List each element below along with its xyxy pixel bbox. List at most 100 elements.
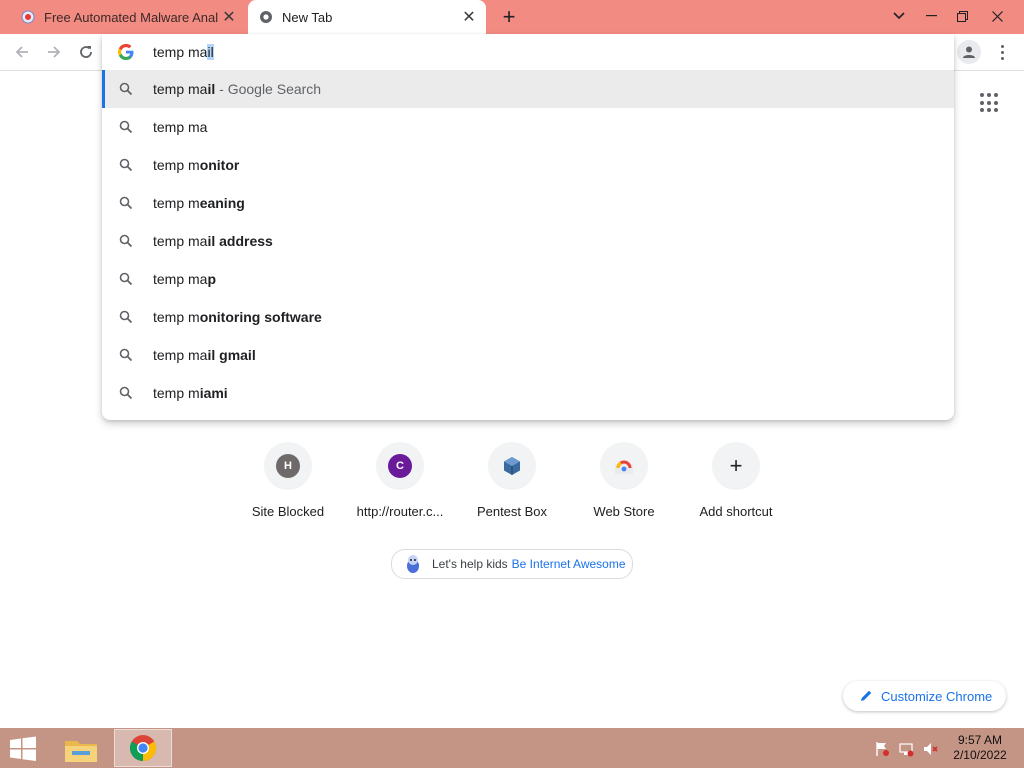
suggestion-item[interactable]: temp meaning — [102, 184, 954, 222]
shortcut-icon-circle: + — [712, 442, 760, 490]
shortcut-router[interactable]: C http://router.c... — [344, 442, 456, 532]
suggestion-item[interactable]: temp monitor — [102, 146, 954, 184]
suggestion-text: temp mail gmail — [153, 347, 256, 363]
suggestion-bold: p — [207, 271, 217, 287]
google-g-icon — [118, 44, 134, 60]
suggestion-plain: temp m — [153, 157, 200, 173]
suggestion-plain: temp ma — [153, 271, 208, 287]
suggestion-text: temp miami — [153, 385, 228, 401]
suggestion-item[interactable]: temp miami — [102, 374, 954, 412]
restore-button[interactable] — [945, 0, 979, 32]
suggestion-bold: onitoring software — [199, 309, 322, 325]
search-icon — [119, 348, 133, 362]
close-window-button[interactable] — [980, 0, 1014, 32]
windows-start-icon[interactable] — [8, 736, 38, 762]
chrome-icon — [129, 735, 157, 762]
clock-time: 9:57 AM — [957, 733, 1003, 747]
suggestion-bold: onitor — [199, 157, 240, 173]
tab-close-icon[interactable]: ✕ — [458, 6, 480, 28]
suggestion-bold: il gmail — [207, 347, 256, 363]
forward-button[interactable] — [40, 38, 68, 66]
plus-icon: + — [729, 453, 743, 478]
add-shortcut-button[interactable]: + Add shortcut — [680, 442, 792, 532]
google-apps-icon[interactable] — [980, 93, 1000, 113]
suggestion-bold: eaning — [199, 195, 245, 211]
suggestion-plain: temp m — [153, 195, 200, 211]
reload-button[interactable] — [72, 38, 100, 66]
tab-strip: Free Automated Malware Analysis ✕ New Ta… — [0, 0, 1024, 34]
minimize-button[interactable] — [914, 0, 948, 32]
web-store-icon — [615, 460, 633, 474]
chrome-taskbar-button[interactable] — [114, 729, 172, 767]
cube-icon — [504, 457, 520, 475]
tab-close-icon[interactable]: ✕ — [218, 6, 240, 28]
windows-taskbar: 9:57 AM 2/10/2022 — [0, 728, 1024, 768]
search-icon — [119, 196, 133, 210]
suggestion-plain: temp ma — [153, 233, 208, 249]
suggestion-text: temp meaning — [153, 195, 245, 211]
suggestion-plain: temp m — [153, 385, 200, 401]
tab-title: New Tab — [282, 9, 333, 25]
suggestion-plain: temp ma — [153, 81, 208, 97]
tab-malware-analysis[interactable]: Free Automated Malware Analysis ✕ — [10, 0, 246, 34]
suggestion-item[interactable]: temp mail address — [102, 222, 954, 260]
autocomplete-selection: il — [207, 44, 214, 60]
shortcut-icon-circle: C — [376, 442, 424, 490]
suggestion-suffix: - Google Search — [215, 81, 322, 97]
search-icon — [119, 272, 133, 286]
shortcut-web-store[interactable]: Web Store — [568, 442, 680, 532]
shortcut-icon-circle — [600, 442, 648, 490]
shortcut-label: http://router.c... — [356, 504, 444, 519]
profile-avatar-button[interactable] — [957, 40, 981, 64]
typed-text: temp ma — [153, 44, 208, 60]
system-clock[interactable]: 9:57 AM 2/10/2022 — [942, 733, 1018, 763]
suggestion-text: temp monitor — [153, 157, 239, 173]
suggestion-item[interactable]: temp monitoring software — [102, 298, 954, 336]
chrome-favicon-icon — [258, 9, 274, 25]
action-center-flag-icon[interactable] — [873, 740, 891, 758]
suggestion-item[interactable]: temp ma — [102, 108, 954, 146]
suggestion-plain: temp ma — [153, 119, 208, 135]
tab-search-chevron-icon[interactable] — [882, 0, 916, 32]
suggestion-text: temp monitoring software — [153, 309, 322, 325]
new-tab-button[interactable]: + — [498, 4, 520, 29]
network-icon[interactable] — [897, 740, 915, 758]
suggestion-text: temp map — [153, 271, 216, 287]
shortcut-pentest-box[interactable]: Pentest Box — [456, 442, 568, 532]
customize-chrome-button[interactable]: Customize Chrome — [843, 681, 1006, 711]
search-icon — [119, 234, 133, 248]
suggestion-plain: temp ma — [153, 347, 208, 363]
shortcut-label: Site Blocked — [251, 504, 325, 519]
tab-new-tab[interactable]: New Tab ✕ — [248, 0, 486, 34]
suggestion-item[interactable]: temp map — [102, 260, 954, 298]
clock-date: 2/10/2022 — [953, 748, 1007, 762]
shortcut-label: Web Store — [593, 504, 655, 519]
address-bar-text: temp mail — [153, 44, 214, 60]
suggestion-bold: iami — [199, 385, 228, 401]
address-bar[interactable]: temp mail — [102, 34, 954, 70]
shortcut-label: Pentest Box — [476, 504, 548, 519]
volume-muted-icon[interactable] — [921, 740, 939, 758]
suggestion-text: temp ma — [153, 119, 207, 135]
letter-c-icon: C — [388, 454, 412, 478]
suggestion-plain: temp m — [153, 309, 200, 325]
search-icon — [119, 120, 133, 134]
letter-h-icon: H — [276, 454, 300, 478]
malware-site-favicon-icon — [20, 9, 36, 25]
promo-link[interactable]: Be Internet Awesome — [512, 557, 626, 571]
search-icon — [119, 158, 133, 172]
back-button[interactable] — [8, 38, 36, 66]
suggestion-bold: il address — [207, 233, 273, 249]
suggestion-item[interactable]: temp mail - Google Search — [102, 70, 954, 108]
tab-title: Free Automated Malware Analysis — [44, 9, 218, 25]
search-icon — [119, 310, 133, 324]
file-explorer-icon[interactable] — [62, 733, 100, 765]
suggestion-text: temp mail address — [153, 233, 273, 249]
shortcut-site-blocked[interactable]: H Site Blocked — [232, 442, 344, 532]
chrome-menu-button[interactable] — [992, 40, 1012, 64]
search-icon — [119, 386, 133, 400]
promo-banner[interactable]: Let's help kids Be Internet Awesome — [391, 549, 633, 579]
shortcut-icon-circle: H — [264, 442, 312, 490]
suggestion-list: temp mail - Google Search temp ma temp m… — [102, 70, 954, 412]
suggestion-item[interactable]: temp mail gmail — [102, 336, 954, 374]
